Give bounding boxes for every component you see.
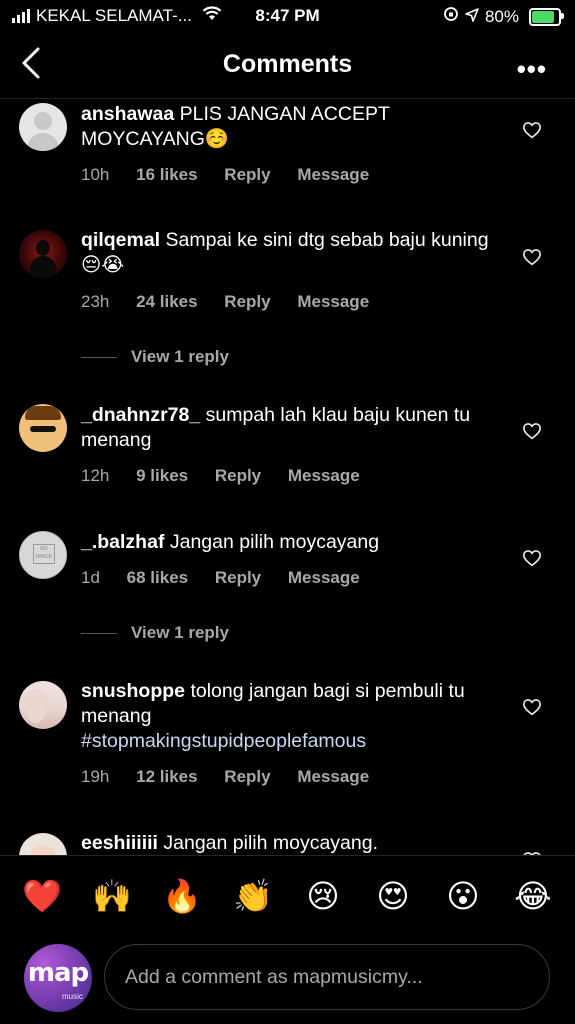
comment-body: _dnahnzr78_ sumpah lah klau baju kunen t… bbox=[81, 403, 501, 453]
like-heart-icon[interactable] bbox=[522, 121, 542, 139]
avatar[interactable] bbox=[19, 404, 67, 452]
comment-meta: 12h 9 likes Reply Message bbox=[81, 466, 382, 486]
reply-button[interactable]: Reply bbox=[224, 767, 270, 787]
message-button[interactable]: Message bbox=[297, 767, 369, 787]
comments-list[interactable]: anshawaa PLIS JANGAN ACCEPT MOYCAYANG☺️ … bbox=[0, 99, 575, 855]
reply-button[interactable]: Reply bbox=[224, 165, 270, 185]
comment-username[interactable]: anshawaa bbox=[81, 103, 174, 125]
likes-count[interactable]: 68 likes bbox=[127, 568, 188, 588]
comment-body: _.balzhaf Jangan pilih moycayang bbox=[81, 530, 501, 555]
battery-fill bbox=[532, 10, 555, 23]
emoji-divider bbox=[0, 855, 575, 856]
battery-percent: 80% bbox=[484, 6, 519, 26]
avatar-logo-sub: music bbox=[62, 992, 83, 1001]
comment-meta: 23h 24 likes Reply Message bbox=[81, 292, 391, 312]
orientation-lock-icon bbox=[443, 6, 459, 27]
emoji-quick-bar: ❤️ 🙌 🔥 👏 😢 😍 😮 😂 bbox=[0, 872, 575, 922]
page-title: Comments bbox=[222, 50, 353, 78]
emoji-laughing-button[interactable]: 😂 bbox=[513, 876, 553, 916]
message-button[interactable]: Message bbox=[297, 165, 369, 185]
comment-age: 12h bbox=[81, 466, 110, 485]
comment-meta: 19h 12 likes Reply Message bbox=[81, 767, 391, 787]
comment-username[interactable]: _dnahnzr78_ bbox=[81, 404, 200, 426]
comment-composer: map music bbox=[0, 940, 575, 1020]
like-heart-icon[interactable] bbox=[522, 248, 542, 266]
reply-button[interactable]: Reply bbox=[215, 568, 261, 588]
view-replies-button[interactable]: View 1 reply bbox=[81, 347, 229, 367]
battery-icon bbox=[529, 7, 564, 26]
location-arrow-icon bbox=[465, 7, 479, 27]
like-heart-icon[interactable] bbox=[522, 549, 542, 567]
emoji-heart-eyes-button[interactable]: 😍 bbox=[373, 876, 413, 916]
emoji-clapping-button[interactable]: 👏 bbox=[233, 876, 273, 916]
more-options-button[interactable]: ••• bbox=[517, 54, 547, 85]
comment-body: eeshiiiiii Jangan pilih moycayang. bbox=[81, 831, 501, 855]
status-bar: KEKAL SELAMAT-... 8:47 PM 80% bbox=[0, 0, 575, 32]
comment-text: Jangan pilih moycayang. bbox=[163, 832, 379, 854]
likes-count[interactable]: 9 likes bbox=[136, 466, 188, 486]
emoji-fire-button[interactable]: 🔥 bbox=[162, 876, 202, 916]
avatar[interactable] bbox=[19, 681, 67, 729]
avatar[interactable] bbox=[19, 230, 67, 278]
comment-username[interactable]: snushoppe bbox=[81, 680, 185, 702]
comment-age: 23h bbox=[81, 292, 110, 311]
comment-username[interactable]: eeshiiiiii bbox=[81, 832, 158, 854]
comment-meta: 10h 16 likes Reply Message bbox=[81, 165, 391, 185]
comment-body: anshawaa PLIS JANGAN ACCEPT MOYCAYANG☺️ bbox=[81, 102, 501, 152]
avatar-logo: map bbox=[27, 958, 89, 988]
avatar[interactable] bbox=[19, 531, 67, 579]
emoji-raising-hands-button[interactable]: 🙌 bbox=[92, 876, 132, 916]
comment-age: 10h bbox=[81, 165, 110, 184]
comment-input[interactable] bbox=[104, 944, 550, 1010]
likes-count[interactable]: 16 likes bbox=[136, 165, 197, 185]
header: Comments ••• bbox=[0, 38, 575, 94]
view-replies-label: View 1 reply bbox=[131, 623, 229, 642]
comment-username[interactable]: qilqemal bbox=[81, 229, 160, 251]
like-heart-icon[interactable] bbox=[522, 698, 542, 716]
replies-line bbox=[81, 356, 117, 358]
comment-text: Jangan pilih moycayang bbox=[169, 531, 380, 553]
likes-count[interactable]: 24 likes bbox=[136, 292, 197, 312]
emoji-heart-button[interactable]: ❤️ bbox=[22, 876, 62, 916]
reply-button[interactable]: Reply bbox=[215, 466, 261, 486]
comment-username[interactable]: _.balzhaf bbox=[81, 531, 164, 553]
comment-body: qilqemal Sampai ke sini dtg sebab baju k… bbox=[81, 228, 501, 278]
emoji-crying-button[interactable]: 😢 bbox=[303, 876, 343, 916]
view-replies-button[interactable]: View 1 reply bbox=[81, 623, 229, 643]
my-avatar: map music bbox=[24, 944, 92, 1012]
avatar[interactable] bbox=[19, 833, 67, 855]
comment-age: 19h bbox=[81, 767, 110, 786]
message-button[interactable]: Message bbox=[288, 568, 360, 588]
view-replies-label: View 1 reply bbox=[131, 347, 229, 366]
like-heart-icon[interactable] bbox=[522, 422, 542, 440]
reply-button[interactable]: Reply bbox=[224, 292, 270, 312]
status-right: 80% bbox=[443, 6, 564, 27]
message-button[interactable]: Message bbox=[288, 466, 360, 486]
replies-line bbox=[81, 632, 117, 634]
comment-meta: 1d 68 likes Reply Message bbox=[81, 568, 382, 588]
message-button[interactable]: Message bbox=[297, 292, 369, 312]
emoji-surprised-button[interactable]: 😮 bbox=[443, 876, 483, 916]
comment-hashtag[interactable]: #stopmakingstupidpeoplefamous bbox=[81, 730, 366, 752]
comment-age: 1d bbox=[81, 568, 100, 587]
comment-body: snushoppe tolong jangan bagi si pembuli … bbox=[81, 679, 501, 754]
avatar[interactable] bbox=[19, 103, 67, 151]
likes-count[interactable]: 12 likes bbox=[136, 767, 197, 787]
